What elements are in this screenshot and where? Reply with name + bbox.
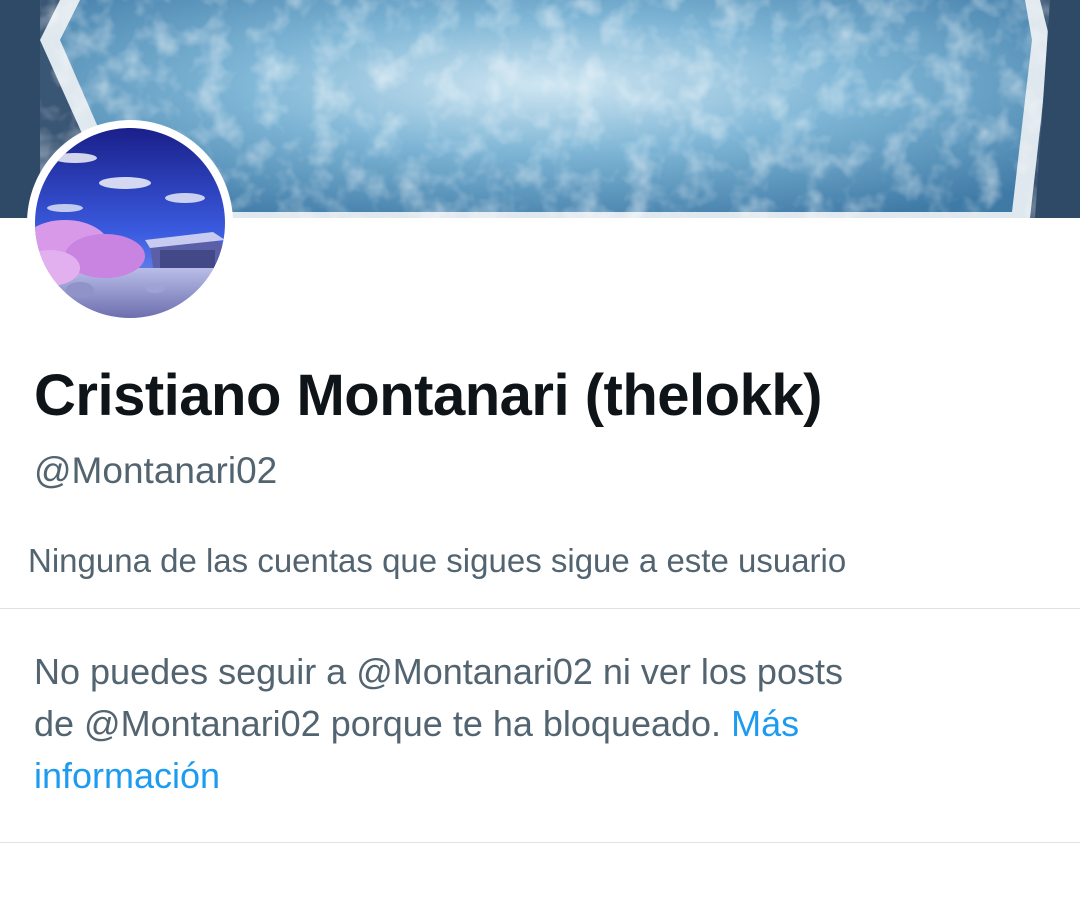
more-info-link-text-2: información xyxy=(34,755,221,796)
blocked-message: No puedes seguir a @Montanari02 ni ver l… xyxy=(34,646,994,802)
profile-page: Cristiano Montanari (thelokk) @Montanari… xyxy=(0,0,1080,898)
profile-avatar[interactable] xyxy=(27,120,233,326)
section-divider-bottom xyxy=(0,842,1080,843)
blocked-message-line-1: No puedes seguir a @Montanari02 ni ver l… xyxy=(34,651,843,692)
profile-display-name: Cristiano Montanari (thelokk) xyxy=(34,363,822,428)
profile-handle: @Montanari02 xyxy=(34,450,278,491)
more-info-link-text-1: Más xyxy=(731,703,800,744)
followers-you-know-text[interactable]: Ninguna de las cuentas que sigues sigue … xyxy=(28,542,846,580)
section-divider xyxy=(0,608,1080,609)
blocked-message-line-2: de @Montanari02 porque te ha bloqueado. xyxy=(34,703,722,744)
